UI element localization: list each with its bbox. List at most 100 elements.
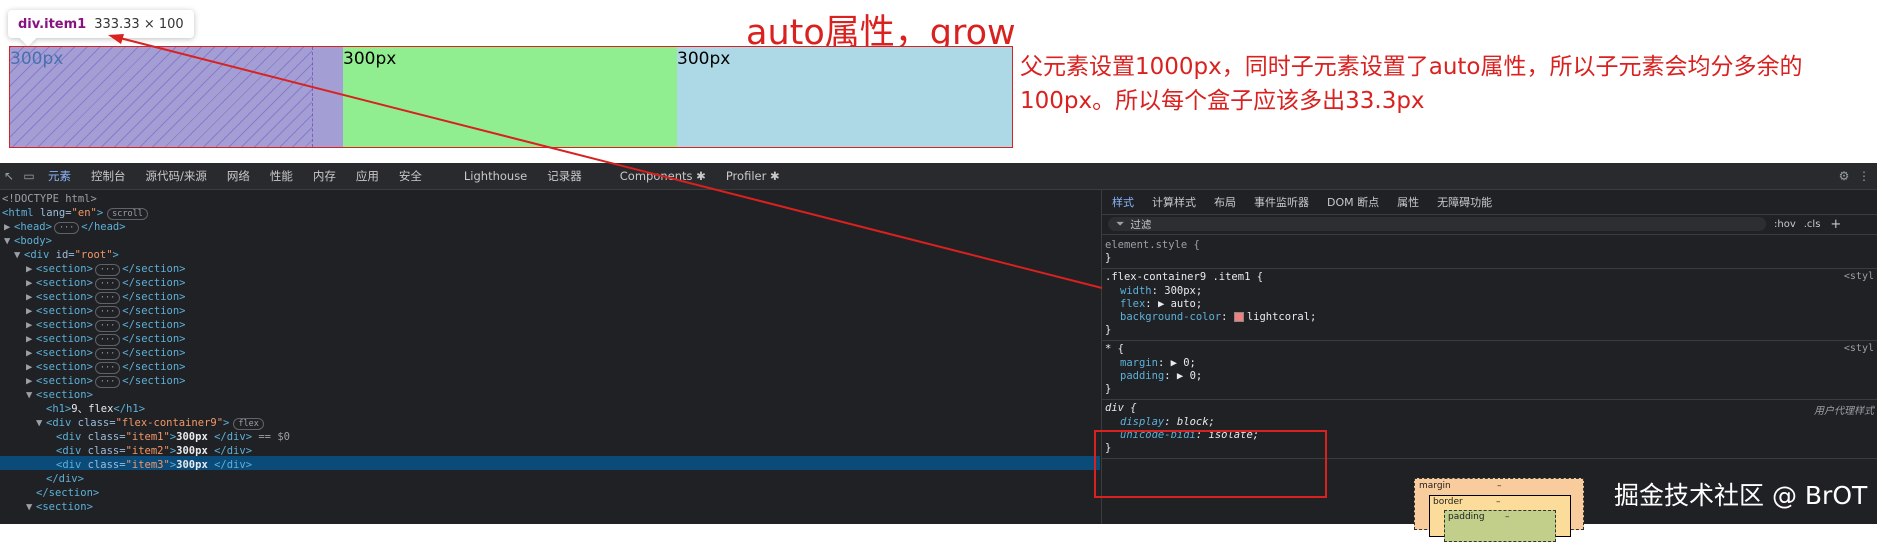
element-style-rule[interactable]: element.style { bbox=[1105, 239, 1200, 252]
expand-triangle-icon[interactable]: ▶ bbox=[26, 318, 36, 332]
collapsed-ellipsis[interactable]: ··· bbox=[94, 278, 121, 290]
expand-triangle-icon[interactable]: ▶ bbox=[26, 332, 36, 346]
dom-section-collapsed[interactable]: ▶ <section> ··· </section> bbox=[26, 304, 185, 318]
dom-section-expanded[interactable]: ▼ <section> bbox=[26, 388, 93, 402]
cls-button[interactable]: .cls bbox=[1804, 219, 1821, 230]
color-swatch-icon[interactable] bbox=[1233, 312, 1244, 322]
more-options-icon[interactable]: ⋮ bbox=[1857, 169, 1871, 183]
box-model-border-value[interactable]: – bbox=[1496, 497, 1501, 507]
tab-sources[interactable]: 源代码/来源 bbox=[146, 168, 207, 184]
dom-head[interactable]: ▶ <head> ··· </head> bbox=[4, 220, 126, 234]
subtab-computed[interactable]: 计算样式 bbox=[1152, 194, 1196, 210]
tab-lighthouse[interactable]: Lighthouse bbox=[464, 169, 527, 183]
tab-components[interactable]: Components ✱ bbox=[620, 169, 706, 183]
tab-memory[interactable]: 内存 bbox=[313, 168, 336, 184]
collapse-triangle-icon[interactable]: ▼ bbox=[26, 388, 36, 402]
tab-performance[interactable]: 性能 bbox=[270, 168, 293, 184]
dom-section-collapsed[interactable]: ▶ <section> ··· </section> bbox=[26, 276, 185, 290]
rule2-selector[interactable]: * { bbox=[1105, 343, 1124, 356]
subtab-layout[interactable]: 布局 bbox=[1214, 194, 1236, 210]
flex-item-3[interactable]: 300px bbox=[677, 47, 1012, 147]
flex-badge[interactable]: flex bbox=[233, 418, 264, 430]
html-attr: lang= bbox=[33, 207, 72, 219]
dom-section-collapsed[interactable]: ▶ <section> ··· </section> bbox=[26, 262, 185, 276]
dom-body[interactable]: ▼ <body> bbox=[4, 234, 52, 248]
box-model-margin-value[interactable]: – bbox=[1497, 481, 1502, 491]
dom-doctype[interactable]: <!DOCTYPE html> bbox=[2, 192, 97, 206]
collapsed-ellipsis[interactable]: ··· bbox=[94, 334, 121, 346]
dom-div-close[interactable]: </div> bbox=[46, 472, 84, 486]
rule3-selector[interactable]: div { bbox=[1105, 402, 1137, 415]
tab-profiler[interactable]: Profiler ✱ bbox=[726, 169, 780, 183]
dom-html[interactable]: <html lang="en"> scroll bbox=[2, 206, 148, 220]
collapse-triangle-icon[interactable]: ▼ bbox=[14, 248, 24, 262]
tab-console[interactable]: 控制台 bbox=[91, 168, 126, 184]
tab-security[interactable]: 安全 bbox=[399, 168, 422, 184]
expand-triangle-icon[interactable]: ▶ bbox=[26, 346, 36, 360]
dom-flex-container[interactable]: ▼ <div class="flex-container9"> flex bbox=[36, 416, 264, 430]
dom-section-collapsed[interactable]: ▶ <section> ··· </section> bbox=[26, 318, 185, 332]
dom-section-collapsed[interactable]: ▶ <section> ··· </section> bbox=[26, 290, 185, 304]
collapsed-ellipsis[interactable]: ··· bbox=[94, 348, 121, 360]
collapse-triangle-icon[interactable]: ▼ bbox=[26, 500, 36, 514]
box-model-padding-value[interactable]: – bbox=[1505, 512, 1510, 522]
expand-triangle-icon[interactable]: ▶ bbox=[26, 290, 36, 304]
rule1-source-link[interactable]: <styl bbox=[1844, 271, 1874, 282]
rule1-prop-background[interactable]: background-color: lightcoral; bbox=[1120, 311, 1316, 324]
rule2-source-link[interactable]: <styl bbox=[1844, 343, 1874, 354]
subtab-styles[interactable]: 样式 bbox=[1112, 194, 1134, 210]
dom-item2[interactable]: <div class="item2">300px </div> bbox=[56, 444, 252, 458]
scroll-badge[interactable]: scroll bbox=[107, 208, 148, 220]
section-tag: <section> bbox=[36, 277, 93, 289]
collapse-triangle-icon[interactable]: ▼ bbox=[4, 234, 14, 248]
dom-section-collapsed[interactable]: ▶ <section> ··· </section> bbox=[26, 346, 185, 360]
dom-section-collapsed[interactable]: ▶ <section> ··· </section> bbox=[26, 332, 185, 346]
inspect-element-icon[interactable]: ↖ bbox=[2, 169, 16, 183]
expand-triangle-icon[interactable]: ▶ bbox=[26, 360, 36, 374]
dom-section-close[interactable]: </section> bbox=[36, 486, 99, 500]
rule1-prop-flex[interactable]: flex: ▶ auto; bbox=[1120, 298, 1202, 311]
tab-elements[interactable]: 元素 bbox=[48, 168, 71, 184]
dom-item3[interactable]: <div class="item3">300px </div> bbox=[56, 458, 252, 472]
rule3-source-label: 用户代理样式 bbox=[1814, 406, 1874, 417]
subtab-accessibility[interactable]: 无障碍功能 bbox=[1437, 194, 1492, 210]
collapsed-ellipsis[interactable]: ··· bbox=[53, 222, 80, 234]
expand-triangle-icon[interactable]: ▶ bbox=[26, 276, 36, 290]
dom-section-collapsed[interactable]: ▶ <section> ··· </section> bbox=[26, 360, 185, 374]
tab-application[interactable]: 应用 bbox=[356, 168, 379, 184]
tab-network[interactable]: 网络 bbox=[227, 168, 250, 184]
subtab-properties[interactable]: 属性 bbox=[1397, 194, 1419, 210]
rule1-selector[interactable]: .flex-container9 .item1 { bbox=[1105, 271, 1263, 284]
collapsed-ellipsis[interactable]: ··· bbox=[94, 264, 121, 276]
dom-section-next[interactable]: ▼ <section> bbox=[26, 500, 93, 514]
collapsed-ellipsis[interactable]: ··· bbox=[94, 376, 121, 388]
tab-recorder[interactable]: 记录器 bbox=[547, 168, 582, 184]
collapse-triangle-icon[interactable]: ▼ bbox=[36, 416, 46, 430]
subtab-event-listeners[interactable]: 事件监听器 bbox=[1254, 194, 1309, 210]
rule1-prop-width[interactable]: width: 300px; bbox=[1120, 285, 1202, 298]
dom-h1[interactable]: <h1>9、flex</h1> bbox=[46, 402, 145, 416]
flex-item-2[interactable]: 300px bbox=[343, 47, 677, 147]
collapsed-ellipsis[interactable]: ··· bbox=[94, 362, 121, 374]
settings-gear-icon[interactable]: ⚙ bbox=[1837, 169, 1851, 183]
new-rule-button[interactable]: + bbox=[1830, 217, 1841, 232]
expand-triangle-icon[interactable]: ▶ bbox=[4, 220, 14, 234]
expand-triangle-icon[interactable]: ▶ bbox=[26, 304, 36, 318]
hov-button[interactable]: :hov bbox=[1774, 219, 1796, 230]
collapsed-ellipsis[interactable]: ··· bbox=[94, 306, 121, 318]
expand-triangle-icon[interactable]: ▶ bbox=[26, 374, 36, 388]
dom-section-collapsed[interactable]: ▶ <section> ··· </section> bbox=[26, 374, 185, 388]
expand-triangle-icon[interactable]: ▶ bbox=[26, 262, 36, 276]
flex-item-1[interactable]: 300px bbox=[10, 47, 343, 147]
dom-item1-selected[interactable]: <div class="item1">300px </div> == $0 bbox=[56, 430, 290, 444]
flex-item-3-label: 300px bbox=[677, 49, 731, 69]
subtab-dom-breakpoints[interactable]: DOM 断点 bbox=[1327, 194, 1379, 210]
rule3-selector-text: div { bbox=[1105, 402, 1137, 414]
rule2-prop-padding[interactable]: padding: ▶ 0; bbox=[1120, 370, 1202, 383]
dom-div-root[interactable]: ▼ <div id="root"> bbox=[14, 248, 119, 262]
rule2-prop-margin[interactable]: margin: ▶ 0; bbox=[1120, 357, 1196, 370]
collapsed-ellipsis[interactable]: ··· bbox=[94, 320, 121, 332]
collapsed-ellipsis[interactable]: ··· bbox=[94, 292, 121, 304]
styles-filter-input[interactable]: ⏷ 过滤 bbox=[1108, 217, 1766, 231]
device-toolbar-icon[interactable]: ▭ bbox=[22, 169, 36, 183]
